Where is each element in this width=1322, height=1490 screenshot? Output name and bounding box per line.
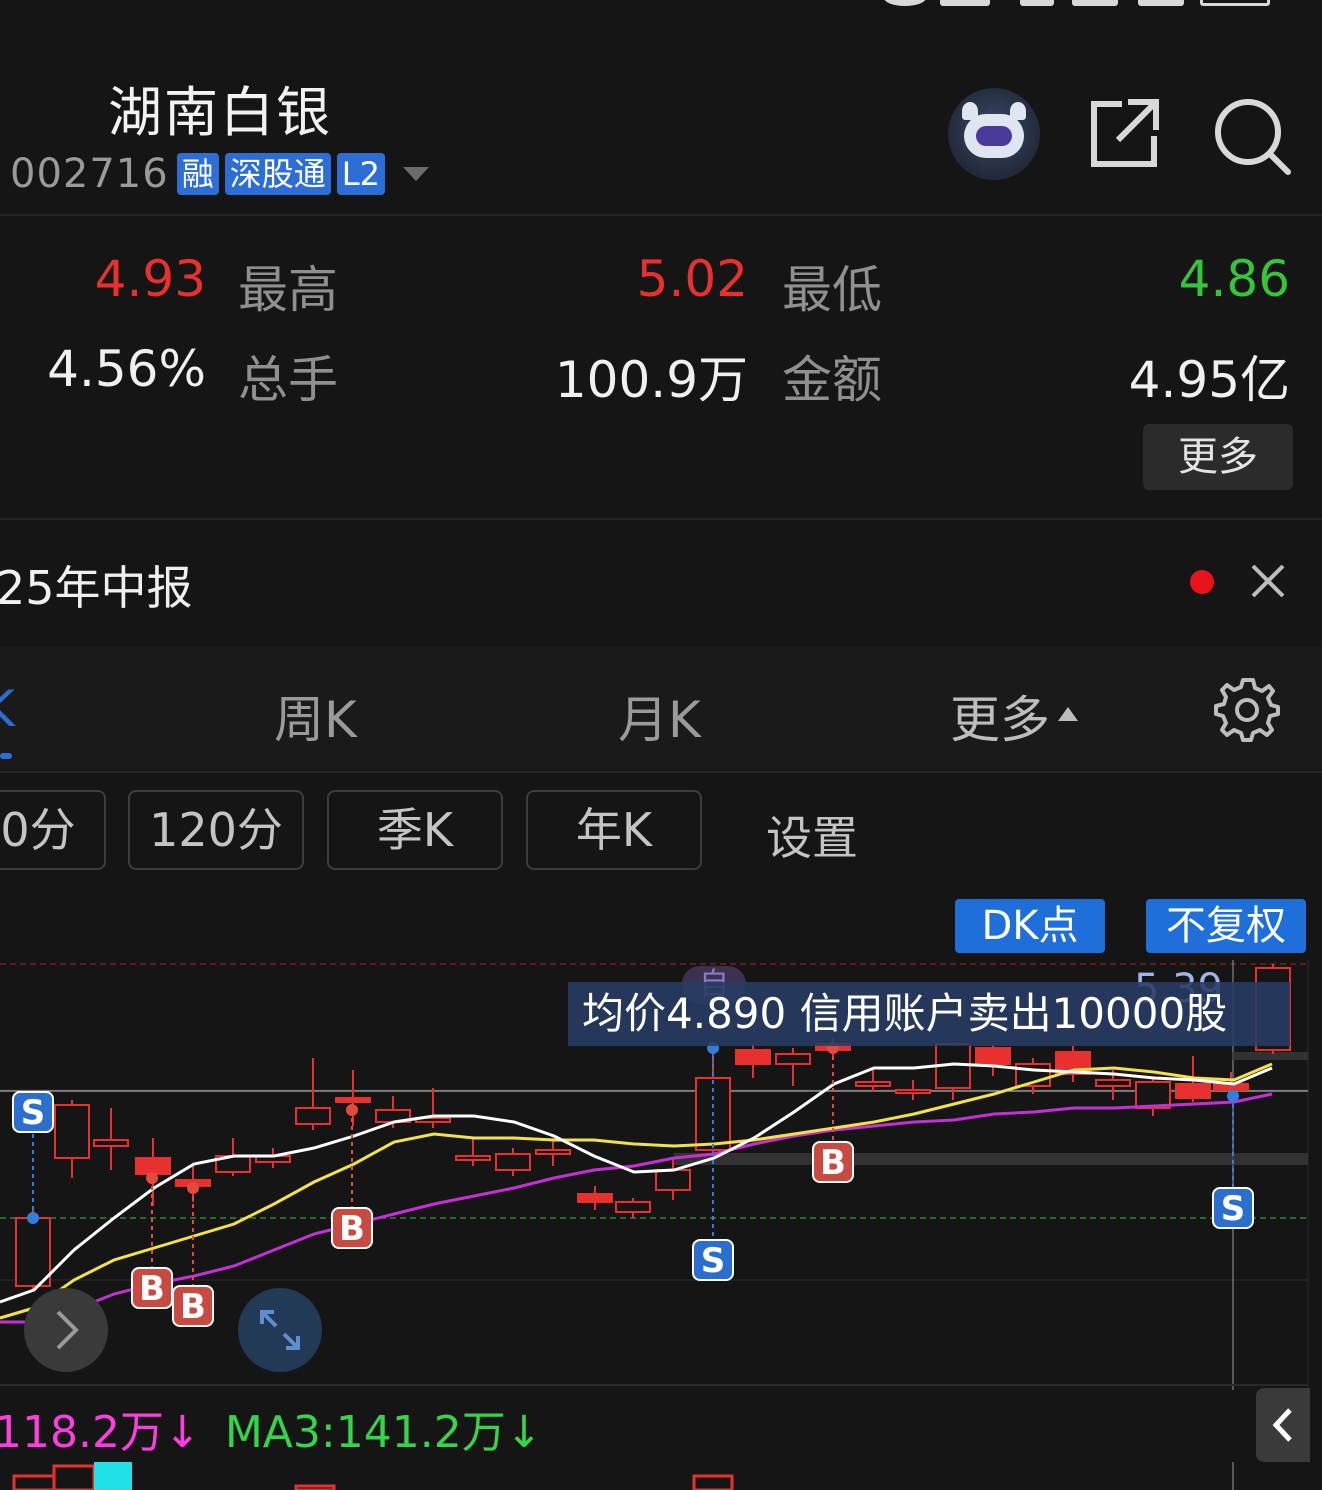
tag-level2: L2 xyxy=(336,153,385,195)
low-label: 最低 xyxy=(782,261,882,319)
divider xyxy=(0,214,1322,216)
candle-27 xyxy=(1095,1079,1131,1087)
tab-more-label: 更多 xyxy=(950,691,1050,749)
tag-shenzhen-connect: 深股通 xyxy=(224,153,331,195)
amount-label: 金额 xyxy=(782,351,882,409)
expand-icon xyxy=(260,1310,300,1350)
period-minute-button[interactable]: 0分 xyxy=(0,790,106,870)
candle-24 xyxy=(975,1047,1011,1065)
close-icon[interactable] xyxy=(1250,563,1286,599)
amount-value: 4.95亿 xyxy=(1128,351,1290,409)
candle-7 xyxy=(295,1107,331,1125)
signal-label: S xyxy=(21,1093,46,1133)
chevron-left-icon xyxy=(1272,1408,1292,1442)
current-price: 4.93 xyxy=(94,250,206,308)
candle-19 xyxy=(775,1053,811,1065)
chevron-right-icon xyxy=(56,1310,79,1350)
volume-bars xyxy=(12,1462,1234,1490)
high-label: 最高 xyxy=(238,261,338,319)
divider xyxy=(0,1384,1308,1386)
candle-18 xyxy=(735,1049,771,1065)
candle-0 xyxy=(15,1217,51,1287)
dk-point-toggle[interactable]: DK点 xyxy=(955,899,1105,953)
adjust-toggle[interactable]: 不复权 xyxy=(1146,899,1306,953)
stock-code-row[interactable]: 002716 融 深股通 L2 xyxy=(10,150,429,198)
period-120min-button[interactable]: 120分 xyxy=(128,790,304,870)
signal-label: B xyxy=(139,1269,165,1309)
tab-more[interactable]: 更多 xyxy=(950,680,1078,752)
chart-tooltip: 均价4.890 信用账户卖出10000股 xyxy=(568,982,1290,1046)
unread-dot-icon xyxy=(1190,570,1214,594)
period-quarter-k-button[interactable]: 季K xyxy=(327,790,503,870)
share-icon[interactable] xyxy=(1088,96,1162,170)
dk-point-label: DK点 xyxy=(981,903,1079,949)
signal-label: S xyxy=(1221,1189,1246,1229)
signal-label: B xyxy=(180,1287,206,1327)
collapse-panel-button[interactable] xyxy=(1256,1388,1310,1462)
report-notice[interactable]: 25年中报 xyxy=(0,552,193,618)
tab-week-k[interactable]: 周K xyxy=(274,680,357,752)
stock-name: 湖南白银 xyxy=(108,81,332,144)
candle-12 xyxy=(495,1153,531,1171)
candle-21 xyxy=(855,1081,891,1087)
turnover-rate: 4.56% xyxy=(47,340,206,398)
high-price: 5.02 xyxy=(636,250,748,308)
scroll-right-button[interactable] xyxy=(24,1288,108,1372)
candle-16 xyxy=(655,1169,691,1191)
low-price: 4.86 xyxy=(1178,250,1290,308)
volume-value: 100.9万 xyxy=(554,351,748,409)
chevron-down-icon[interactable] xyxy=(402,167,429,181)
signal-label: S xyxy=(701,1241,726,1281)
divider xyxy=(0,771,1322,773)
candle-13 xyxy=(535,1149,571,1155)
candle-14 xyxy=(577,1193,613,1203)
signal-anchor-dot xyxy=(27,1212,39,1224)
more-quote-button[interactable]: 更多 xyxy=(1143,424,1293,490)
signal-anchor-dot xyxy=(187,1182,199,1194)
period-year-k-button[interactable]: 年K xyxy=(526,790,702,870)
candle-8 xyxy=(335,1097,371,1103)
volume-label: 总手 xyxy=(238,351,338,409)
tab-month-k[interactable]: 月K xyxy=(618,680,701,752)
status-bar xyxy=(0,0,1322,14)
active-tab-indicator xyxy=(0,753,12,759)
candle-3 xyxy=(135,1157,171,1175)
volume-ma3-value: MA3:141.2万↓ xyxy=(224,1407,543,1458)
signal-label: B xyxy=(339,1209,365,1249)
signal-label: B xyxy=(820,1143,846,1183)
volume-ma-line: 118.2万↓ MA3:141.2万↓ xyxy=(0,1396,543,1460)
candle-15 xyxy=(615,1201,651,1213)
period-settings-link[interactable]: 设置 xyxy=(766,802,858,868)
signal-anchor-dot xyxy=(1227,1090,1239,1102)
signal-anchor-dot xyxy=(146,1172,158,1184)
volume-ma-value: 118.2万↓ xyxy=(0,1407,201,1458)
candle-29 xyxy=(1175,1083,1211,1099)
candle-22 xyxy=(895,1089,931,1094)
signal-anchor-dot xyxy=(346,1104,358,1116)
divider xyxy=(0,518,1322,520)
search-icon[interactable] xyxy=(1212,96,1292,176)
candle-11 xyxy=(455,1155,491,1161)
triangle-up-icon xyxy=(1058,706,1078,721)
tag-margin: 融 xyxy=(176,153,219,195)
fullscreen-button[interactable] xyxy=(238,1288,322,1372)
candle-2 xyxy=(93,1139,129,1147)
gear-icon[interactable] xyxy=(1214,676,1280,742)
stock-code: 002716 xyxy=(10,151,169,197)
tab-day-k[interactable]: K xyxy=(0,680,15,738)
assistant-robot-icon[interactable] xyxy=(948,88,1040,180)
candle-1 xyxy=(54,1104,90,1159)
